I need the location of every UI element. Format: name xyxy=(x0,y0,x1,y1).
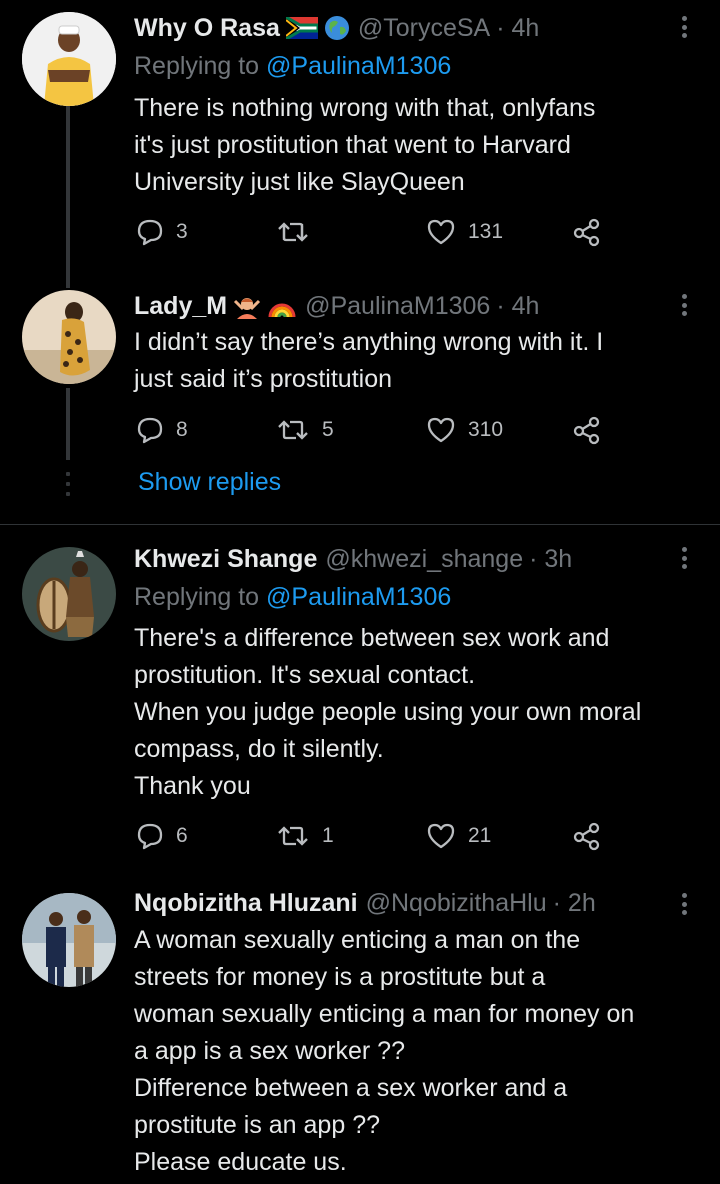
reply-count: 8 xyxy=(176,418,188,441)
tweet-line: Difference between a sex worker and a xyxy=(134,1074,568,1102)
reply-icon xyxy=(137,417,163,444)
avatar-khwezi-shange[interactable] xyxy=(22,547,116,641)
replying-to-link[interactable]: @PaulinaM1306 xyxy=(266,583,451,611)
heart-icon xyxy=(427,417,455,443)
tweet-header: Nqobizitha Hluzani @NqobizithaHlu · 2h xyxy=(134,885,664,921)
retweet-icon xyxy=(278,222,308,242)
replying-prefix: Replying to xyxy=(134,583,260,611)
tweet-line: I didn’t say there’s anything wrong with… xyxy=(134,328,604,356)
tweet-why-o-rasa[interactable]: Why O Rasa @ToryceSA · 4h Replying to @P… xyxy=(0,0,720,262)
heart-icon xyxy=(427,823,455,849)
share-button[interactable] xyxy=(572,413,602,447)
share-button[interactable] xyxy=(572,819,602,853)
user-handle[interactable]: @NqobizithaHlu xyxy=(366,889,547,918)
like-button[interactable]: 131 xyxy=(426,215,503,249)
replying-to: Replying to @PaulinaM1306 xyxy=(134,52,451,81)
display-name[interactable]: Nqobizitha Hluzani xyxy=(134,889,358,918)
tweet-line: There's a difference between sex work an… xyxy=(134,624,610,652)
tweet-text: There's a difference between sex work an… xyxy=(134,620,706,805)
show-replies-link[interactable]: Show replies xyxy=(138,468,281,497)
share-button[interactable] xyxy=(572,215,602,249)
like-button[interactable]: 21 xyxy=(426,819,491,853)
tweet-line: a app is a sex worker ?? xyxy=(134,1037,405,1065)
thread-line xyxy=(66,388,70,460)
tweet-line: A woman sexually enticing a man on the xyxy=(134,926,581,954)
retweet-count: 5 xyxy=(322,418,334,441)
share-icon xyxy=(573,416,600,445)
retweet-button[interactable]: 5 xyxy=(276,413,334,447)
tweet-line: Please educate us. xyxy=(134,1148,347,1176)
tweet-khwezi-shange[interactable]: Khwezi Shange @khwezi_shange · 3h Replyi… xyxy=(0,525,720,877)
south-africa-flag-icon xyxy=(285,17,318,39)
thread-line xyxy=(66,106,70,262)
share-icon xyxy=(573,822,600,851)
heart-icon xyxy=(427,219,455,245)
avatar-nqobizitha-hluzani[interactable] xyxy=(22,893,116,987)
user-handle[interactable]: @PaulinaM1306 xyxy=(305,292,490,321)
avatar-lady-m[interactable] xyxy=(22,290,116,384)
tweet-text: There is nothing wrong with that, onlyfa… xyxy=(134,90,706,201)
retweet-icon xyxy=(278,826,308,846)
globe-icon xyxy=(324,15,350,41)
tweet-actions: 3 131 xyxy=(134,215,614,249)
tweet-nqobizitha-hluzani[interactable]: Nqobizitha Hluzani @NqobizithaHlu · 2h A… xyxy=(0,877,720,1184)
tweet-line: Thank you xyxy=(134,772,251,800)
tweet-line: woman sexually enticing a man for money … xyxy=(134,1000,635,1028)
woman-gesturing-icon xyxy=(233,293,261,319)
replying-prefix: Replying to xyxy=(134,52,260,80)
reply-icon xyxy=(137,823,163,850)
avatar-why-o-rasa[interactable] xyxy=(22,12,116,106)
like-count: 21 xyxy=(468,824,492,847)
display-name[interactable]: Why O Rasa xyxy=(134,14,280,43)
tweet-actions: 8 5 310 xyxy=(134,413,614,447)
reply-icon xyxy=(137,219,163,246)
more-options-icon[interactable] xyxy=(676,543,692,573)
tweet-line: prostitute is an app ?? xyxy=(134,1111,380,1139)
more-options-icon[interactable] xyxy=(676,889,692,919)
tweet-line: it's just prostitution that went to Harv… xyxy=(134,131,571,159)
tweet-text: I didn’t say there’s anything wrong with… xyxy=(134,324,706,398)
replying-to-link[interactable]: @PaulinaM1306 xyxy=(266,52,451,80)
share-icon xyxy=(573,218,600,247)
tweet-line: streets for money is a prostitute but a xyxy=(134,963,546,991)
tweet-text: A woman sexually enticing a man on the s… xyxy=(134,922,706,1181)
user-handle[interactable]: @khwezi_shange xyxy=(325,545,523,574)
timestamp[interactable]: · 4h xyxy=(496,14,539,43)
tweet-line: University just like SlayQueen xyxy=(134,168,465,196)
reply-count: 6 xyxy=(176,824,188,847)
like-count: 310 xyxy=(468,418,504,441)
tweet-header: Khwezi Shange @khwezi_shange · 3h xyxy=(134,541,664,577)
display-name[interactable]: Lady_M xyxy=(134,292,227,321)
timestamp[interactable]: · 2h xyxy=(553,889,596,918)
tweet-actions: 6 1 21 xyxy=(134,819,614,853)
thread-line xyxy=(66,262,70,288)
tweet-line: When you judge people using your own mor… xyxy=(134,698,642,726)
tweet-line: compass, do it silently. xyxy=(134,735,384,763)
rainbow-icon xyxy=(267,293,297,319)
tweet-line: prostitution. It's sexual contact. xyxy=(134,661,476,689)
tweet-line: just said it’s prostitution xyxy=(134,365,392,393)
timestamp[interactable]: · 4h xyxy=(496,292,539,321)
reply-button[interactable]: 3 xyxy=(136,215,188,249)
thread-continuation-dots xyxy=(66,472,70,496)
reply-button[interactable]: 8 xyxy=(136,413,188,447)
replying-to: Replying to @PaulinaM1306 xyxy=(134,583,451,612)
tweet-line: There is nothing wrong with that, onlyfa… xyxy=(134,94,596,122)
more-options-icon[interactable] xyxy=(676,12,692,42)
more-options-icon[interactable] xyxy=(676,290,692,320)
like-count: 131 xyxy=(468,220,504,243)
user-handle[interactable]: @ToryceSA xyxy=(358,14,490,43)
tweet-lady-m[interactable]: Lady_M @PaulinaM1306 · 4h I didn’t say t… xyxy=(0,262,720,524)
retweet-button[interactable] xyxy=(276,215,322,249)
retweet-count: 1 xyxy=(322,824,334,847)
display-name[interactable]: Khwezi Shange xyxy=(134,545,317,574)
tweet-header: Lady_M @PaulinaM1306 · 4h xyxy=(134,288,664,324)
retweet-icon xyxy=(278,420,308,440)
like-button[interactable]: 310 xyxy=(426,413,503,447)
reply-button[interactable]: 6 xyxy=(136,819,188,853)
tweet-header: Why O Rasa @ToryceSA · 4h xyxy=(134,10,664,46)
retweet-button[interactable]: 1 xyxy=(276,819,334,853)
timestamp[interactable]: · 3h xyxy=(529,545,572,574)
reply-count: 3 xyxy=(176,220,188,243)
